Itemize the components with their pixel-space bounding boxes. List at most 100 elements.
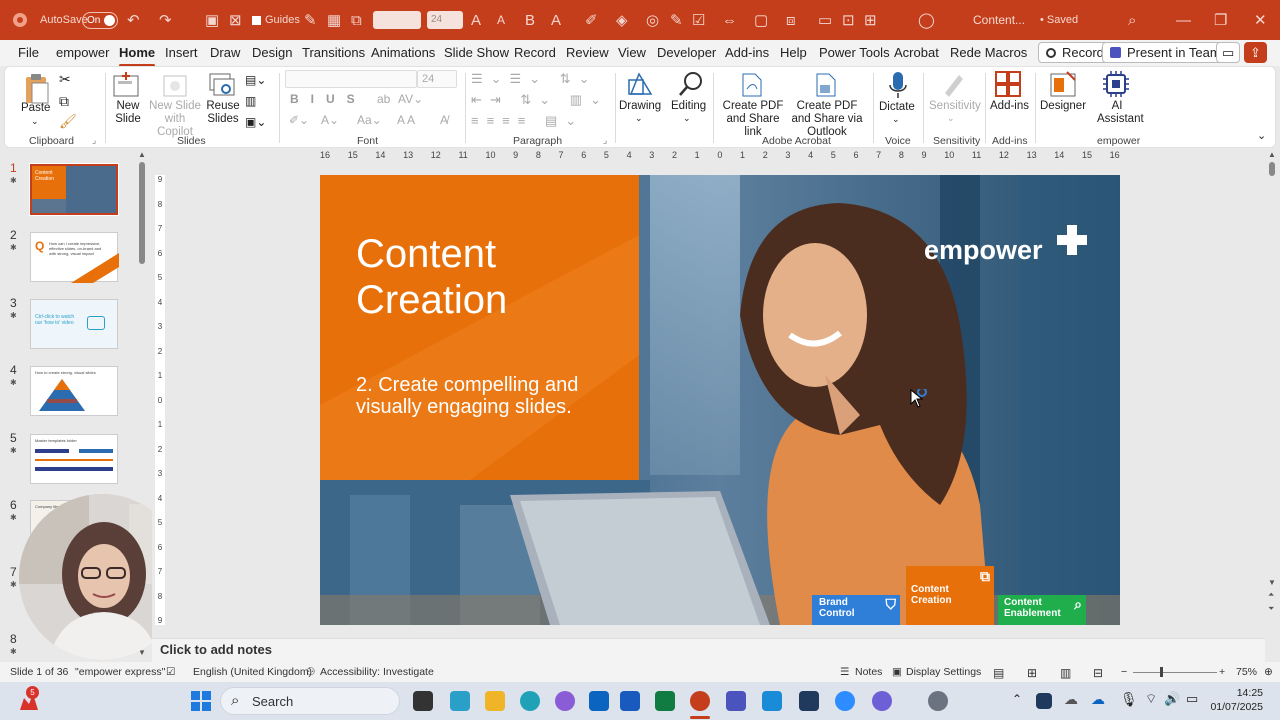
app-icon-2[interactable] xyxy=(762,691,782,711)
accessibility-icon[interactable]: ⚇ xyxy=(306,666,315,678)
language-status[interactable]: English (United Kingdom) xyxy=(193,666,312,678)
change-case-icon[interactable]: Aa⌄ xyxy=(357,113,382,127)
shape-icon[interactable]: ◎ xyxy=(646,0,659,40)
restore-icon[interactable]: ❐ xyxy=(1214,0,1227,40)
highlight-icon[interactable]: ✐ xyxy=(585,0,598,40)
save-icon[interactable]: ▣ xyxy=(205,0,219,40)
designer-icon[interactable] xyxy=(1049,70,1077,101)
tab-record[interactable]: Record xyxy=(514,45,556,60)
scroll-up-icon[interactable]: ▲ xyxy=(1268,150,1276,159)
display-icon[interactable]: ▣ xyxy=(892,666,902,678)
record-button[interactable]: Record xyxy=(1038,42,1112,63)
font-name-box[interactable] xyxy=(373,0,421,40)
notes-placeholder[interactable]: Click to add notes xyxy=(160,642,272,657)
windows-start-icon[interactable] xyxy=(191,691,211,714)
paste-dropdown-icon[interactable]: ⌄ xyxy=(31,115,39,128)
tab-power-tools[interactable]: Power Tools xyxy=(819,45,890,60)
reset-icon[interactable]: ▥ xyxy=(245,94,256,108)
scrollbar-thumb[interactable] xyxy=(1269,162,1275,176)
excel-icon[interactable] xyxy=(655,691,675,711)
zoom-slider[interactable] xyxy=(1133,672,1217,673)
normal-view-icon[interactable]: ▤ xyxy=(993,666,1004,680)
tab-acrobat[interactable]: Acrobat xyxy=(894,45,939,60)
layout-icon[interactable]: ▦ xyxy=(327,0,341,40)
pen-icon[interactable]: ✎ xyxy=(304,0,317,40)
bold-icon[interactable]: B xyxy=(525,0,535,40)
comments-button[interactable]: ▭ xyxy=(1216,42,1241,63)
zoom-icon[interactable] xyxy=(835,691,855,711)
editing-search-icon[interactable] xyxy=(677,70,705,101)
app-icon-4[interactable] xyxy=(872,691,892,711)
zoom-level[interactable]: 75% xyxy=(1236,666,1257,678)
add-ins-button[interactable]: Add-ins xyxy=(990,100,1029,113)
microphone-icon[interactable] xyxy=(887,71,909,102)
thumbnail-slide-5[interactable]: Master templates folder xyxy=(30,434,118,484)
font-size-input[interactable]: 24 xyxy=(417,70,457,88)
tab-transitions[interactable]: Transitions xyxy=(302,45,365,60)
display-settings-button[interactable]: Display Settings xyxy=(906,666,981,678)
designer-button[interactable]: Designer xyxy=(1040,100,1086,113)
new-slide-button[interactable]: New Slide xyxy=(110,100,146,126)
paste-button[interactable]: Paste xyxy=(21,102,50,115)
list-icons[interactable]: ☰⌄☰⌄ ⇅⌄ xyxy=(471,71,598,87)
clipboard-launcher-icon[interactable]: ⌟ xyxy=(92,135,96,146)
copy-format-icon[interactable]: ⧉ xyxy=(351,0,362,40)
app-icon-1[interactable] xyxy=(450,691,470,711)
frame-icon[interactable]: ▭ xyxy=(818,0,832,40)
zoom-slider-thumb[interactable] xyxy=(1160,667,1163,677)
slide-sorter-icon[interactable]: ⊞ xyxy=(1027,666,1037,680)
minimize-icon[interactable]: — xyxy=(1176,0,1191,40)
accessibility-status[interactable]: Accessibility: Investigate xyxy=(320,666,434,678)
font-format-icons[interactable]: BIUS xyxy=(290,92,367,106)
notes-button[interactable]: Notes xyxy=(855,666,882,678)
strikethrough-icon[interactable]: ab xyxy=(377,92,390,106)
format-painter-icon[interactable]: 🖌 xyxy=(59,113,77,130)
arrange-icon[interactable]: ⧈ xyxy=(786,0,796,40)
tab-home[interactable]: Home xyxy=(119,45,156,67)
file-explorer-icon[interactable] xyxy=(485,691,505,711)
zoom-in-icon[interactable]: + xyxy=(1219,666,1225,678)
reuse-slides-icon[interactable] xyxy=(208,72,236,101)
tab-design[interactable]: Design xyxy=(252,45,292,60)
teams-icon[interactable] xyxy=(726,691,746,711)
share-button[interactable]: ⇪ xyxy=(1244,42,1267,63)
thumbnail-slide-2[interactable]: Q How can I create impressive, effective… xyxy=(30,232,119,283)
tab-developer[interactable]: Developer xyxy=(657,45,716,60)
scroll-up-icon[interactable]: ▲ xyxy=(138,150,146,159)
paragraph-launcher-icon[interactable]: ⌟ xyxy=(603,135,607,146)
dictate-dropdown-icon[interactable]: ⌄ xyxy=(892,113,900,126)
clear-format-icon[interactable]: A̸ xyxy=(440,113,448,127)
zoom-out-icon[interactable]: − xyxy=(1121,666,1127,678)
tab-empower[interactable]: empower xyxy=(56,45,109,60)
slide-subtitle[interactable]: 2. Create compelling and visually engagi… xyxy=(356,374,578,418)
grow-shrink-icons[interactable]: A A xyxy=(397,113,415,127)
next-slide-icon[interactable]: ⏷ xyxy=(1268,604,1274,614)
thumbnail-slide-4[interactable]: How to create strong, visual slides xyxy=(30,366,118,416)
indent-icons[interactable]: ⇤⇥ ⇅⌄ ▥⌄ xyxy=(471,92,609,108)
tab-insert[interactable]: Insert xyxy=(165,45,198,60)
previous-slide-icon[interactable]: ⏶ xyxy=(1268,590,1274,600)
create-pdf-icon[interactable] xyxy=(741,73,763,100)
cut-icon[interactable]: ✂ xyxy=(59,71,71,88)
create-pdf-outlook-button[interactable]: Create PDF and Share via Outlook xyxy=(787,100,867,139)
reuse-slides-button[interactable]: Reuse Slides xyxy=(203,100,243,126)
font-size-box[interactable]: 24 xyxy=(427,0,463,40)
align-icon[interactable]: ⇔ xyxy=(722,0,737,40)
autosave-toggle[interactable]: On xyxy=(82,0,118,40)
fit-to-window-icon[interactable]: ⊕ xyxy=(1264,666,1273,678)
tray-chevron-icon[interactable]: ⌃ xyxy=(1012,692,1022,706)
search-icon[interactable]: ⌕ xyxy=(1128,0,1136,40)
wifi-icon[interactable]: ⌔ xyxy=(1145,691,1157,707)
new-slide-icon[interactable] xyxy=(112,72,142,101)
horizontal-ruler[interactable]: 16 15 14 13 12 11 10 9 8 7 6 5 4 3 2 1 0 1 2 3 4 5 6 7 8 9 10 11 12 1… xyxy=(320,150,1120,163)
cloud-icon[interactable]: ☁ xyxy=(1091,691,1105,708)
font-color-dropdown-icon[interactable]: A⌄ xyxy=(321,113,339,127)
tab-review[interactable]: Review xyxy=(566,45,609,60)
copy-icon[interactable]: ⧉ xyxy=(59,93,69,110)
settings-icon[interactable] xyxy=(928,691,948,711)
tab-slide-show[interactable]: Slide Show xyxy=(444,45,509,60)
slide-title[interactable]: Content Creation xyxy=(356,231,507,323)
font-color-icon[interactable]: A xyxy=(551,0,561,40)
taskbar-search-box[interactable]: ⌕ Search xyxy=(220,687,400,715)
text-box-icon[interactable]: ⊡ xyxy=(842,0,855,40)
